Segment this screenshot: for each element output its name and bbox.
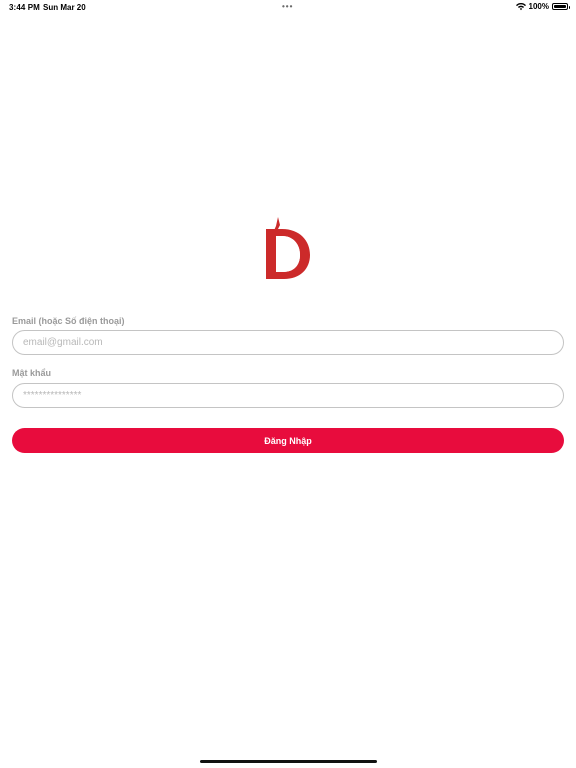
status-indicators: 100% — [515, 2, 570, 11]
password-input[interactable] — [12, 383, 564, 408]
battery-fill — [554, 5, 566, 8]
app-logo — [262, 215, 314, 283]
battery-cap — [568, 5, 570, 9]
login-button[interactable]: Đăng Nhập — [12, 428, 564, 453]
email-label: Email (hoặc Số điện thoại) — [12, 316, 125, 326]
password-label: Mật khẩu — [12, 368, 52, 378]
d-logo-icon — [266, 217, 310, 279]
status-time: 3:44 PM — [9, 3, 40, 12]
wifi-icon — [515, 2, 526, 11]
battery-icon — [552, 3, 570, 10]
status-date: Sun Mar 20 — [43, 3, 86, 12]
status-bar: 3:44 PM Sun Mar 20 ••• 100% — [0, 0, 576, 14]
login-screen: 3:44 PM Sun Mar 20 ••• 100% Email (hoặc … — [0, 0, 576, 768]
multitasking-dots[interactable]: ••• — [282, 2, 293, 11]
battery-percent: 100% — [528, 2, 549, 11]
email-input[interactable] — [12, 330, 564, 355]
home-indicator[interactable] — [200, 760, 377, 763]
